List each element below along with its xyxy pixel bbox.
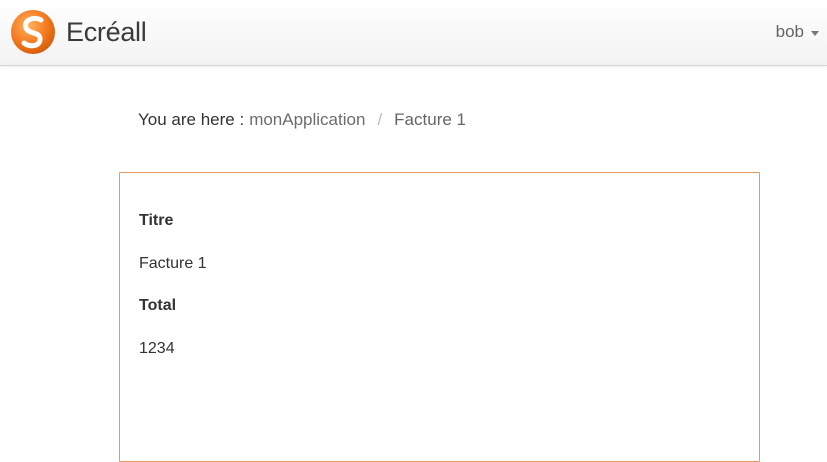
breadcrumb-prefix: You are here : bbox=[138, 110, 245, 129]
field-label-total: Total bbox=[139, 297, 177, 314]
breadcrumb-item-monapplication[interactable]: monApplication bbox=[249, 110, 365, 130]
record-detail-panel: Titre Facture 1 Total 1234 bbox=[119, 172, 760, 462]
orange-s-logo-icon bbox=[11, 10, 55, 54]
breadcrumb-divider: / bbox=[377, 110, 383, 129]
brand-link[interactable]: Ecréall bbox=[10, 8, 147, 56]
user-menu-dropdown[interactable]: bob bbox=[776, 22, 819, 42]
field-value-total: 1234 bbox=[139, 340, 175, 357]
top-navbar: Ecréall bob bbox=[0, 0, 827, 66]
caret-down-icon bbox=[811, 30, 819, 36]
breadcrumb: You are here : monApplication / Facture … bbox=[138, 110, 466, 130]
breadcrumb-item-current: Facture 1 bbox=[394, 110, 466, 129]
brand-name: Ecréall bbox=[66, 16, 147, 47]
user-name: bob bbox=[775, 22, 804, 41]
field-value-titre: Facture 1 bbox=[139, 255, 207, 272]
field-label-titre: Titre bbox=[139, 212, 174, 229]
